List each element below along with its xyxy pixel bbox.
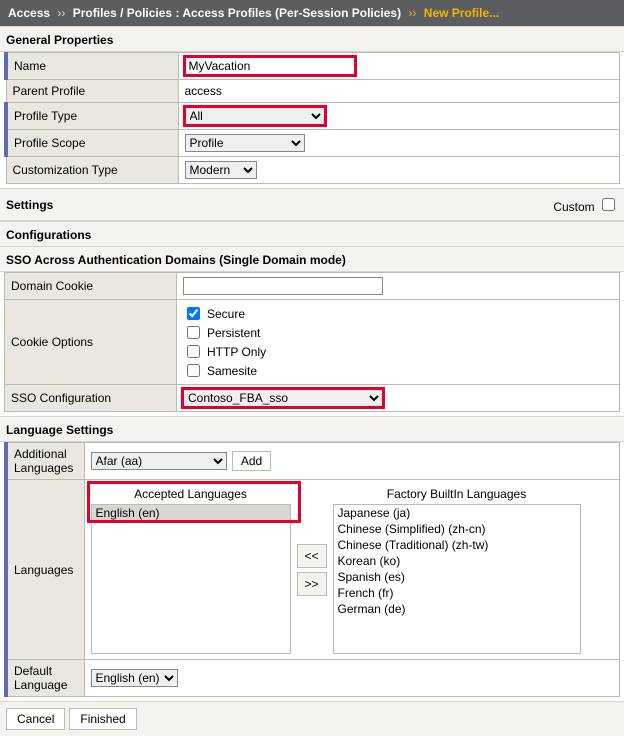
accepted-languages-column: Accepted Languages English (en) bbox=[91, 485, 291, 654]
factory-languages-title: Factory BuiltIn Languages bbox=[387, 487, 526, 501]
persistent-checkbox[interactable] bbox=[187, 326, 200, 339]
footer: Cancel Finished bbox=[0, 701, 624, 736]
custom-label: Custom bbox=[553, 200, 594, 214]
list-item[interactable]: French (fr) bbox=[334, 585, 580, 601]
samesite-label: Samesite bbox=[207, 362, 257, 380]
section-language-settings: Language Settings bbox=[0, 416, 624, 442]
label-additional-languages: Additional Languages bbox=[6, 443, 84, 480]
finished-button[interactable]: Finished bbox=[69, 708, 136, 730]
list-item[interactable]: English (en) bbox=[92, 505, 290, 521]
custom-checkbox[interactable] bbox=[602, 198, 615, 211]
label-profile-scope: Profile Scope bbox=[6, 130, 178, 157]
sso-configuration-select[interactable]: Contoso_FBA_sso bbox=[183, 389, 383, 407]
factory-languages-column: Factory BuiltIn Languages Japanese (ja)C… bbox=[333, 485, 581, 654]
language-settings-table: Additional Languages Afar (aa) Add Langu… bbox=[4, 442, 620, 697]
label-default-language: Default Language bbox=[6, 660, 84, 697]
value-parent-profile: access bbox=[178, 80, 620, 103]
section-general-properties: General Properties bbox=[0, 26, 624, 52]
samesite-checkbox[interactable] bbox=[187, 364, 200, 377]
list-item[interactable]: German (de) bbox=[334, 601, 580, 617]
list-item[interactable]: Japanese (ja) bbox=[334, 505, 580, 521]
httponly-label: HTTP Only bbox=[207, 343, 266, 361]
add-language-button[interactable]: Add bbox=[232, 451, 271, 471]
customization-type-select[interactable]: Modern bbox=[185, 161, 257, 179]
additional-languages-select[interactable]: Afar (aa) bbox=[91, 452, 227, 470]
move-left-button[interactable]: << bbox=[297, 544, 327, 568]
default-language-select[interactable]: English (en) bbox=[91, 669, 178, 687]
factory-languages-listbox[interactable]: Japanese (ja)Chinese (Simplified) (zh-cn… bbox=[333, 504, 581, 654]
profile-scope-select[interactable]: Profile bbox=[185, 134, 305, 152]
label-domain-cookie: Domain Cookie bbox=[5, 273, 177, 300]
accepted-languages-listbox[interactable]: English (en) bbox=[91, 504, 291, 654]
chevron-right-icon: ›› bbox=[53, 6, 69, 20]
move-right-button[interactable]: >> bbox=[297, 572, 327, 596]
highlight-profile-type: All bbox=[185, 107, 325, 125]
label-profile-type: Profile Type bbox=[6, 103, 178, 130]
list-item[interactable]: Spanish (es) bbox=[334, 569, 580, 585]
section-sso: SSO Across Authentication Domains (Singl… bbox=[0, 247, 624, 272]
section-configurations: Configurations bbox=[0, 221, 624, 247]
list-item[interactable]: Chinese (Traditional) (zh-tw) bbox=[334, 537, 580, 553]
domain-cookie-input[interactable] bbox=[183, 277, 383, 295]
label-customization-type: Customization Type bbox=[6, 157, 178, 184]
persistent-label: Persistent bbox=[207, 324, 260, 342]
httponly-checkbox[interactable] bbox=[187, 345, 200, 358]
highlight-name bbox=[185, 57, 355, 75]
breadcrumb-leaf: New Profile... bbox=[424, 6, 499, 20]
secure-checkbox[interactable] bbox=[187, 307, 200, 320]
profile-type-select[interactable]: All bbox=[185, 107, 325, 125]
list-item[interactable]: Korean (ko) bbox=[334, 553, 580, 569]
breadcrumb: Access ›› Profiles / Policies : Access P… bbox=[0, 0, 624, 26]
label-parent-profile: Parent Profile bbox=[6, 80, 178, 103]
sso-table: Domain Cookie Cookie Options Secure Pers… bbox=[4, 272, 620, 412]
list-item[interactable]: Chinese (Simplified) (zh-cn) bbox=[334, 521, 580, 537]
accepted-languages-title: Accepted Languages bbox=[91, 487, 291, 501]
label-name: Name bbox=[6, 53, 178, 80]
chevron-right-icon: ›› bbox=[404, 6, 420, 20]
settings-title: Settings bbox=[6, 198, 53, 212]
section-settings: Settings Custom bbox=[0, 188, 624, 221]
highlight-sso-config: Contoso_FBA_sso bbox=[183, 389, 383, 407]
secure-label: Secure bbox=[207, 305, 245, 323]
label-cookie-options: Cookie Options bbox=[5, 300, 177, 385]
breadcrumb-mid[interactable]: Profiles / Policies : Access Profiles (P… bbox=[73, 6, 401, 20]
name-input[interactable] bbox=[185, 57, 355, 75]
label-languages: Languages bbox=[6, 480, 84, 660]
breadcrumb-root[interactable]: Access bbox=[8, 6, 50, 20]
general-properties-table: Name Parent Profile access Profile Type … bbox=[4, 52, 620, 184]
cancel-button[interactable]: Cancel bbox=[6, 708, 65, 730]
label-sso-configuration: SSO Configuration bbox=[5, 385, 177, 412]
